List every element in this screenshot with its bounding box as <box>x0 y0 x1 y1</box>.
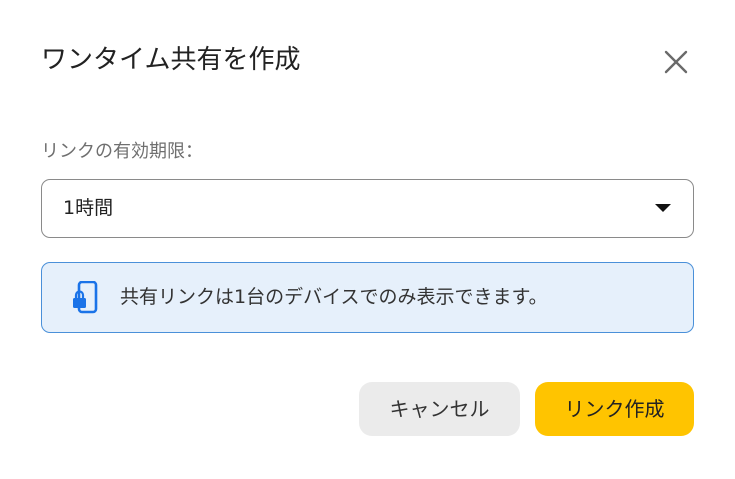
close-icon <box>664 50 688 74</box>
one-time-share-dialog: ワンタイム共有を作成 リンクの有効期限： 1時間 共有リンクは1台のデバイスでの… <box>0 0 735 479</box>
create-link-button[interactable]: リンク作成 <box>535 382 694 436</box>
expiry-selected-value: 1時間 <box>63 197 114 219</box>
caret-down-icon <box>655 204 671 212</box>
dialog-title: ワンタイム共有を作成 <box>41 45 301 75</box>
expiry-select[interactable]: 1時間 <box>41 179 694 238</box>
expiry-label: リンクの有効期限： <box>41 141 203 162</box>
close-button[interactable] <box>658 44 694 80</box>
device-limit-text: 共有リンクは1台のデバイスでのみ表示できます。 <box>120 286 548 308</box>
device-limit-notice: 共有リンクは1台のデバイスでのみ表示できます。 <box>41 262 694 333</box>
cancel-button[interactable]: キャンセル <box>359 382 520 436</box>
phone-lock-icon <box>73 281 98 314</box>
